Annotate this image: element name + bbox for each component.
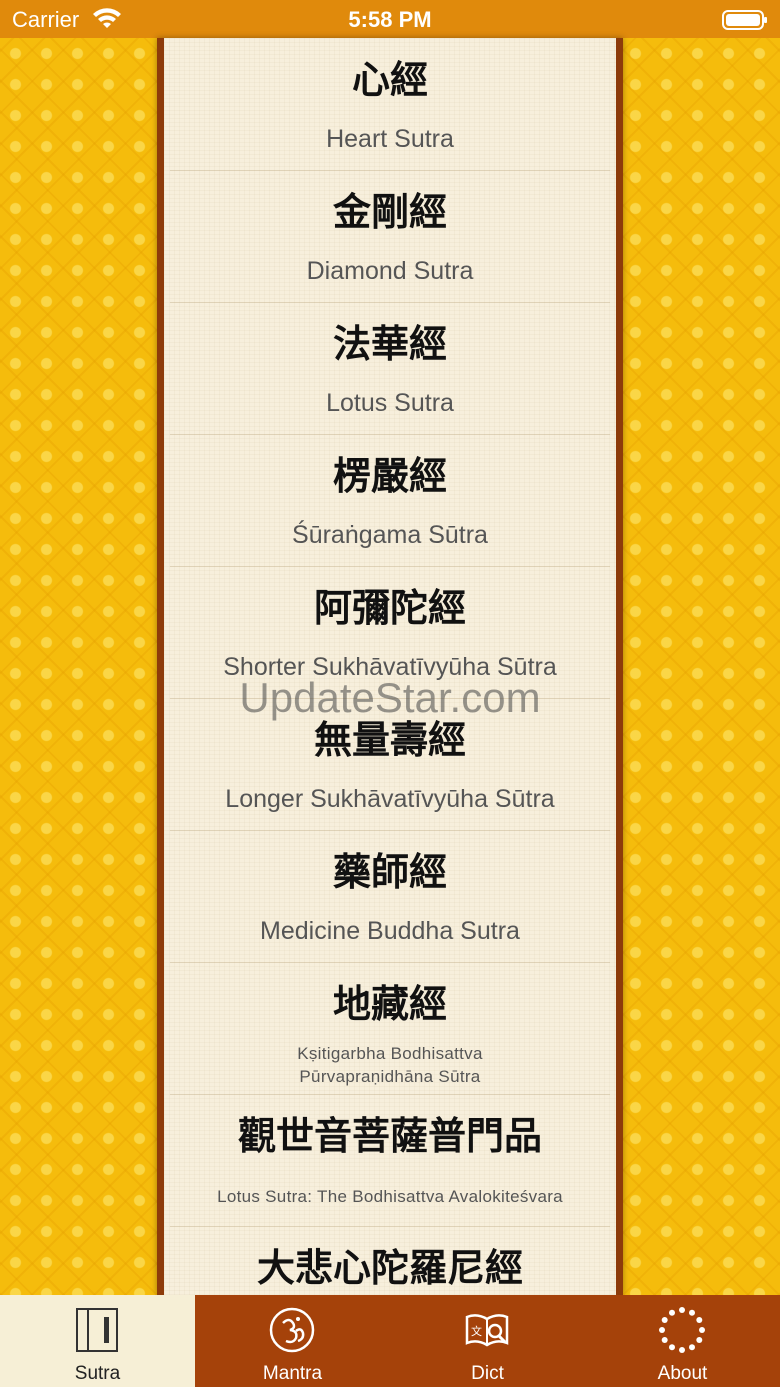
sutra-chinese-title: 楞嚴經 bbox=[332, 453, 447, 498]
status-time: 5:58 PM bbox=[348, 7, 432, 32]
tab-label: About bbox=[657, 1363, 708, 1384]
tab-bar: Sutra Mantra 文 Dict About bbox=[0, 1295, 780, 1387]
sutra-english-title: Kṣitigarbha Bodhisattva Pūrvapraṇidhāna … bbox=[170, 1042, 610, 1088]
sutra-english-title: Diamond Sutra bbox=[306, 257, 474, 285]
sutra-item-ksitigarbha[interactable]: 地藏經 Kṣitigarbha Bodhisattva Pūrvapraṇidh… bbox=[170, 962, 610, 1095]
tab-label: Sutra bbox=[74, 1363, 121, 1384]
sutra-chinese-title: 心經 bbox=[351, 57, 428, 102]
dotted-circle-icon bbox=[659, 1307, 705, 1353]
sutra-english-line: Kṣitigarbha Bodhisattva bbox=[297, 1044, 483, 1063]
book-icon bbox=[76, 1308, 118, 1352]
sutra-chinese-title: 法華經 bbox=[332, 321, 447, 366]
tab-label: Mantra bbox=[262, 1363, 323, 1384]
sutra-chinese-title: 觀世音菩薩普門品 bbox=[237, 1113, 542, 1158]
sutra-chinese-title: 藥師經 bbox=[332, 849, 447, 894]
svg-text:文: 文 bbox=[471, 1324, 482, 1338]
sutra-item-avalokitesvara[interactable]: 觀世音菩薩普門品 Lotus Sutra: The Bodhisattva Av… bbox=[170, 1094, 610, 1227]
watermark: UpdateStar.com bbox=[239, 674, 541, 721]
sutra-english-title: Heart Sutra bbox=[326, 125, 454, 153]
sutra-english-title: Longer Sukhāvatīvyūha Sūtra bbox=[225, 785, 555, 813]
battery-icon bbox=[722, 10, 767, 30]
dictionary-icon: 文 bbox=[465, 1314, 509, 1347]
tab-mantra[interactable]: Mantra bbox=[195, 1295, 390, 1387]
sutra-chinese-title: 阿彌陀經 bbox=[313, 585, 466, 630]
tab-sutra[interactable]: Sutra bbox=[0, 1295, 195, 1387]
tab-about[interactable]: About bbox=[585, 1295, 780, 1387]
sutra-chinese-title: 金剛經 bbox=[332, 189, 447, 234]
sutra-english-title: Śūraṅgama Sūtra bbox=[292, 521, 488, 549]
sutra-list[interactable]: 心經 Heart Sutra 金剛經 Diamond Sutra 法華經 Lot… bbox=[164, 38, 616, 1295]
sutra-chinese-title: 大悲心陀羅尼經 bbox=[256, 1245, 523, 1290]
sutra-item-heart[interactable]: 心經 Heart Sutra bbox=[170, 38, 610, 171]
sutra-item-lotus[interactable]: 法華經 Lotus Sutra bbox=[170, 302, 610, 435]
sutra-item-surangama[interactable]: 楞嚴經 Śūraṅgama Sūtra bbox=[170, 434, 610, 567]
sutra-english-title: Lotus Sutra bbox=[326, 389, 454, 417]
tab-label: Dict bbox=[471, 1363, 504, 1384]
sutra-english-line: Pūrvapraṇidhāna Sūtra bbox=[299, 1067, 481, 1086]
sutra-item-great-compassion[interactable]: 大悲心陀羅尼經 bbox=[170, 1226, 610, 1295]
status-bar: Carrier 5:58 PM bbox=[0, 0, 780, 38]
om-icon bbox=[269, 1307, 315, 1353]
sutra-english-title: Medicine Buddha Sutra bbox=[260, 917, 520, 945]
sutra-english-title: Lotus Sutra: The Bodhisattva Avalokiteśv… bbox=[217, 1187, 563, 1206]
sutra-item-diamond[interactable]: 金剛經 Diamond Sutra bbox=[170, 170, 610, 303]
sutra-item-medicine-buddha[interactable]: 藥師經 Medicine Buddha Sutra bbox=[170, 830, 610, 963]
sutra-chinese-title: 地藏經 bbox=[332, 981, 447, 1026]
tab-dict[interactable]: 文 Dict bbox=[390, 1295, 585, 1387]
